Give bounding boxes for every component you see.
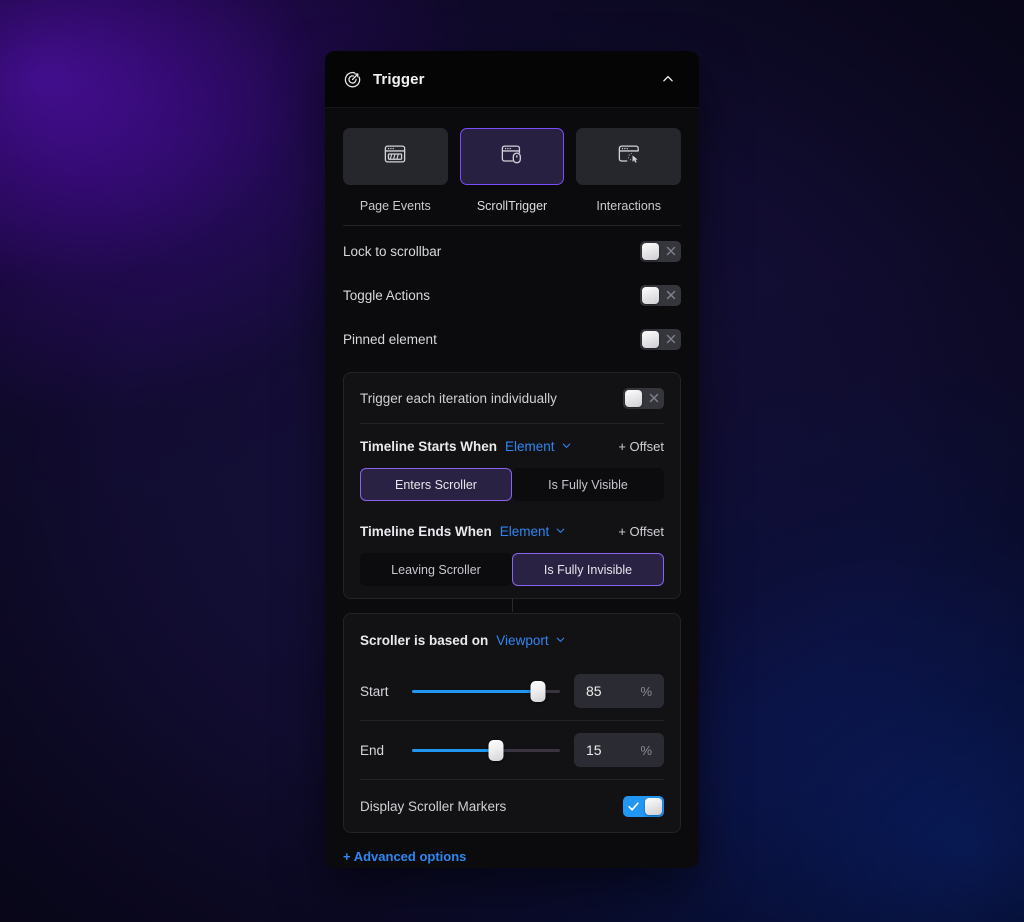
row-toggle-actions-label: Toggle Actions (343, 287, 431, 303)
slider-end-fill (412, 748, 497, 752)
slider-start-value-field[interactable]: 85 % (574, 674, 664, 708)
target-arrow-icon (343, 70, 362, 89)
timeline-ends-select-value: Element (499, 523, 550, 539)
row-display-scroller-markers-label: Display Scroller Markers (360, 798, 507, 814)
toggle-knob (642, 286, 659, 304)
browser-cursor-sparkle-icon (615, 140, 643, 173)
tab-scrolltrigger[interactable]: ScrollTrigger (459, 128, 565, 213)
timeline-ends-offset-button[interactable]: + Offset (618, 524, 664, 539)
seg-enters-scroller[interactable]: Enters Scroller (360, 468, 512, 501)
browser-bars-icon (381, 140, 409, 173)
tab-page-events[interactable]: Page Events (343, 128, 448, 213)
timeline-ends-row: Timeline Ends When Element + Offset (360, 509, 664, 553)
slider-end-value: 15 (586, 742, 602, 758)
x-icon (662, 287, 679, 304)
row-pinned-element-label: Pinned element (343, 331, 437, 347)
page-title: Trigger (373, 70, 425, 88)
chevron-up-icon[interactable] (657, 68, 679, 90)
row-lock-to-scrollbar-label: Lock to scrollbar (343, 243, 442, 259)
row-lock-to-scrollbar: Lock to scrollbar (343, 232, 681, 270)
row-display-scroller-markers: Display Scroller Markers (360, 780, 664, 832)
seg-is-fully-invisible[interactable]: Is Fully Invisible (512, 553, 664, 586)
tab-interactions-label: Interactions (596, 199, 661, 213)
timeline-starts-select[interactable]: Element (505, 439, 572, 454)
slider-end[interactable] (412, 739, 560, 761)
toggle-knob (642, 330, 659, 348)
tab-interactions[interactable]: Interactions (576, 128, 682, 213)
x-icon (662, 243, 679, 260)
slider-start-value: 85 (586, 683, 602, 699)
card-connector-line (512, 598, 513, 612)
toggle-trigger-each-iteration[interactable] (623, 387, 664, 409)
advanced-options-link[interactable]: + Advanced options (343, 849, 466, 864)
tab-interactions-tile (576, 128, 682, 185)
chevron-down-icon (555, 524, 566, 539)
timeline-card: Trigger each iteration individually Time… (343, 372, 681, 612)
seg-is-fully-visible[interactable]: Is Fully Visible (512, 468, 664, 501)
timeline-starts-offset-button[interactable]: + Offset (618, 439, 664, 454)
trigger-panel: Trigger Page Events ScrollTrigger Intera… (325, 51, 699, 868)
toggle-knob (645, 797, 662, 815)
browser-mouse-icon (498, 140, 526, 173)
row-trigger-each-iteration: Trigger each iteration individually (360, 373, 664, 423)
chevron-down-icon (555, 633, 566, 648)
timeline-starts-select-value: Element (505, 438, 555, 454)
x-icon (645, 390, 662, 407)
tab-scrolltrigger-label: ScrollTrigger (476, 199, 548, 213)
row-trigger-each-iteration-label: Trigger each iteration individually (360, 390, 557, 406)
slider-end-label: End (360, 742, 385, 758)
slider-start[interactable] (412, 680, 560, 702)
tab-scrolltrigger-tile (459, 128, 565, 185)
timeline-ends-segmented: Leaving Scroller Is Fully Invisible (360, 553, 664, 586)
scroller-basis-select[interactable]: Viewport (496, 633, 565, 648)
row-toggle-actions: Toggle Actions (343, 276, 681, 314)
slider-end-value-field[interactable]: 15 % (574, 733, 664, 767)
tab-page-events-tile (343, 128, 448, 185)
toggle-knob (642, 242, 659, 260)
panel-body: Page Events ScrollTrigger Interactions L… (325, 108, 699, 866)
slider-end-unit: % (640, 742, 652, 758)
scroller-basis-label: Scroller is based on (360, 632, 489, 648)
slider-start-label: Start (360, 683, 389, 699)
scroller-card: Scroller is based on Viewport Start 85 %… (343, 613, 681, 833)
toggle-toggle-actions[interactable] (640, 284, 681, 306)
x-icon (662, 331, 679, 348)
panel-header: Trigger (325, 51, 699, 108)
timeline-ends-label: Timeline Ends When (360, 523, 492, 539)
slider-start-thumb[interactable] (530, 680, 546, 702)
slider-row-end: End 15 % (360, 721, 664, 779)
timeline-starts-segmented: Enters Scroller Is Fully Visible (360, 468, 664, 501)
slider-row-start: Start 85 % (360, 662, 664, 720)
timeline-starts-label: Timeline Starts When (360, 438, 498, 454)
toggle-knob (625, 389, 642, 407)
check-icon (625, 798, 642, 815)
scroller-basis-select-value: Viewport (496, 632, 549, 648)
slider-start-fill (412, 689, 538, 693)
timeline-ends-select[interactable]: Element (500, 524, 567, 539)
tab-page-events-label: Page Events (359, 199, 431, 213)
slider-end-thumb[interactable] (488, 739, 504, 761)
row-pinned-element: Pinned element (343, 320, 681, 358)
tabs-divider (343, 225, 681, 226)
slider-start-unit: % (640, 683, 652, 699)
toggle-display-scroller-markers[interactable] (623, 795, 664, 817)
timeline-starts-row: Timeline Starts When Element + Offset (360, 424, 664, 468)
toggle-lock-to-scrollbar[interactable] (640, 240, 681, 262)
scroller-basis-row: Scroller is based on Viewport (360, 618, 664, 662)
chevron-down-icon (561, 439, 572, 454)
trigger-type-tabs: Page Events ScrollTrigger Interactions (343, 108, 682, 213)
toggle-pinned-element[interactable] (640, 328, 681, 350)
seg-leaving-scroller[interactable]: Leaving Scroller (360, 553, 512, 586)
